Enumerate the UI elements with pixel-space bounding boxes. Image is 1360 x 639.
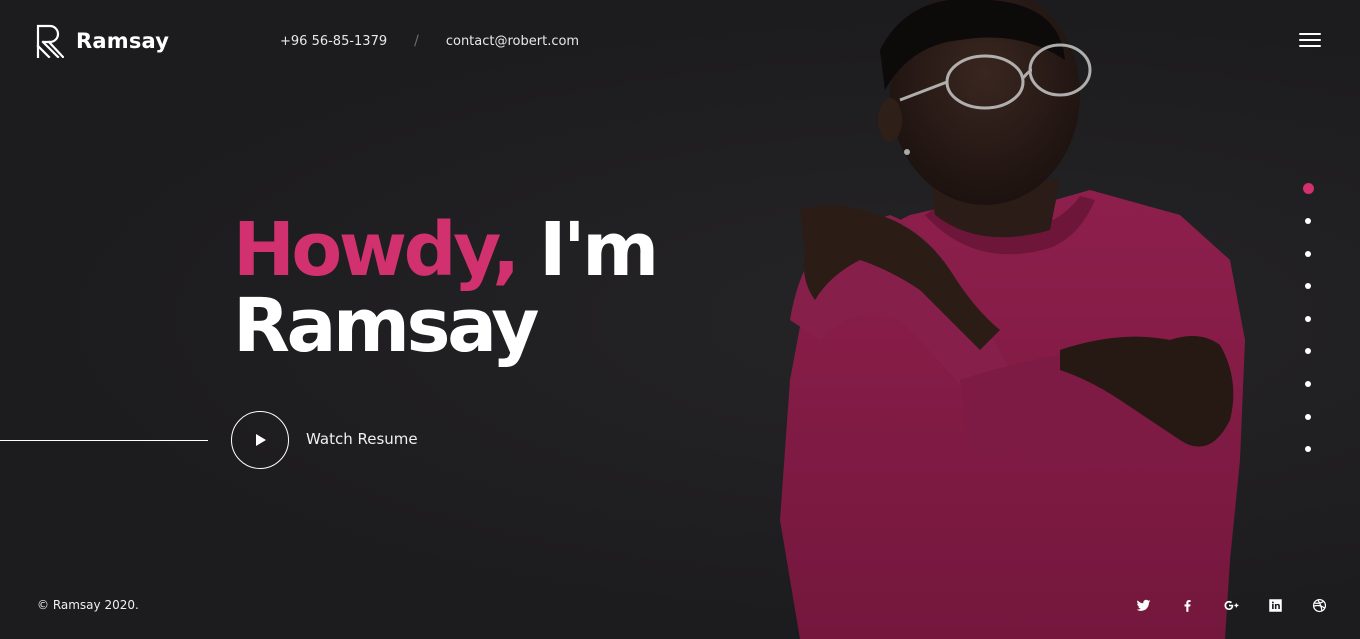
hero-name: Ramsay <box>233 283 539 369</box>
section-dot[interactable] <box>1305 380 1311 387</box>
landing-page: Ramsay +96 56-85-1379 / contact@robert.c… <box>0 0 1360 639</box>
brand-logo[interactable]: Ramsay <box>36 24 169 58</box>
facebook-link[interactable] <box>1179 597 1195 613</box>
section-dot[interactable] <box>1305 413 1311 420</box>
hero-intro: I'm <box>538 207 659 293</box>
portrait-photo <box>780 0 1245 639</box>
brand-name: Ramsay <box>76 29 170 53</box>
decorative-line <box>0 440 208 441</box>
dribbble-icon <box>1312 598 1326 612</box>
watch-resume-link[interactable]: Watch Resume <box>306 430 418 448</box>
hamburger-menu-icon[interactable] <box>1299 33 1321 49</box>
google-plus-icon <box>1224 600 1238 610</box>
social-links <box>1135 597 1327 613</box>
section-dot[interactable] <box>1305 315 1311 322</box>
dribbble-link[interactable] <box>1311 597 1327 613</box>
section-dot-active[interactable] <box>1302 183 1314 194</box>
google-plus-link[interactable] <box>1223 597 1239 613</box>
section-dot[interactable] <box>1305 283 1311 290</box>
section-dots-nav <box>1302 183 1314 479</box>
phone-link[interactable]: +96 56-85-1379 <box>280 34 387 49</box>
linkedin-icon <box>1268 598 1282 612</box>
play-icon <box>256 434 266 446</box>
linkedin-link[interactable] <box>1267 597 1283 613</box>
section-dot[interactable] <box>1305 446 1311 453</box>
section-dot[interactable] <box>1305 250 1311 257</box>
logo-r-icon <box>36 24 64 58</box>
twitter-icon <box>1136 599 1150 611</box>
contact-info: +96 56-85-1379 / contact@robert.com <box>280 33 579 49</box>
copyright-text: © Ramsay 2020. <box>37 598 139 612</box>
hero-greeting: Howdy, <box>233 207 520 293</box>
section-dot[interactable] <box>1305 218 1311 224</box>
facebook-icon <box>1184 599 1191 612</box>
email-link[interactable]: contact@robert.com <box>446 34 579 49</box>
section-dot[interactable] <box>1305 348 1311 355</box>
contact-separator: / <box>414 33 419 49</box>
hero-heading: Howdy, I'm Ramsay <box>233 212 659 364</box>
twitter-link[interactable] <box>1135 597 1151 613</box>
play-resume-button[interactable] <box>231 411 289 469</box>
